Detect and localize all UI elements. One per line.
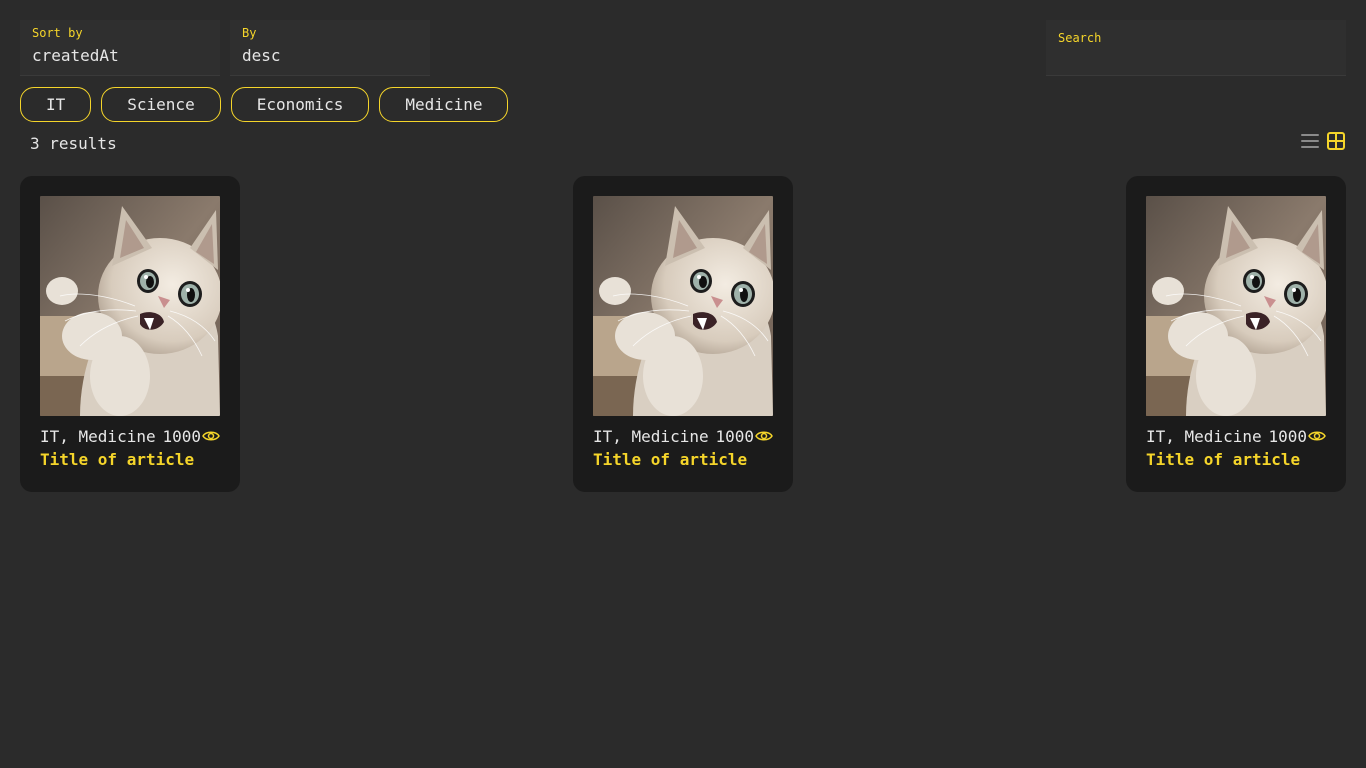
grid-icon[interactable] <box>1326 131 1346 151</box>
article-image <box>40 196 220 416</box>
eye-icon <box>755 431 773 441</box>
article-card[interactable]: IT, Medicine 1000 Title of article <box>1126 176 1346 492</box>
article-views: 1000 <box>715 426 754 446</box>
search-label: Search <box>1058 31 1102 45</box>
sort-by-select[interactable]: Sort by createdAt <box>20 20 220 76</box>
article-image <box>1146 196 1326 416</box>
order-label: By <box>242 26 257 40</box>
tab-science[interactable]: Science <box>101 87 221 122</box>
order-value: desc <box>242 46 281 65</box>
article-title: Title of article <box>40 450 195 469</box>
sort-by-label: Sort by <box>32 26 83 40</box>
list-icon[interactable] <box>1300 131 1320 151</box>
article-card[interactable]: IT, Medicine 1000 Title of article <box>20 176 240 492</box>
article-title: Title of article <box>593 450 748 469</box>
results-count: 3 results <box>30 134 117 153</box>
sort-by-value: createdAt <box>32 46 119 65</box>
tab-medicine[interactable]: Medicine <box>379 87 509 122</box>
article-views: 1000 <box>1268 426 1307 446</box>
eye-icon <box>202 431 220 441</box>
order-select[interactable]: By desc <box>230 20 430 76</box>
article-views: 1000 <box>162 426 201 446</box>
tab-economics[interactable]: Economics <box>230 87 370 122</box>
article-tags: IT, Medicine <box>40 426 156 446</box>
article-image <box>593 196 773 416</box>
article-tags: IT, Medicine <box>593 426 709 446</box>
article-tags: IT, Medicine <box>1146 426 1262 446</box>
category-tabs: IT Science Economics Medicine <box>20 87 509 122</box>
tab-it[interactable]: IT <box>20 87 92 122</box>
eye-icon <box>1308 431 1326 441</box>
search-input[interactable]: Search <box>1046 20 1346 76</box>
article-card[interactable]: IT, Medicine 1000 Title of article <box>573 176 793 492</box>
article-title: Title of article <box>1146 450 1301 469</box>
view-switcher <box>1300 131 1346 151</box>
